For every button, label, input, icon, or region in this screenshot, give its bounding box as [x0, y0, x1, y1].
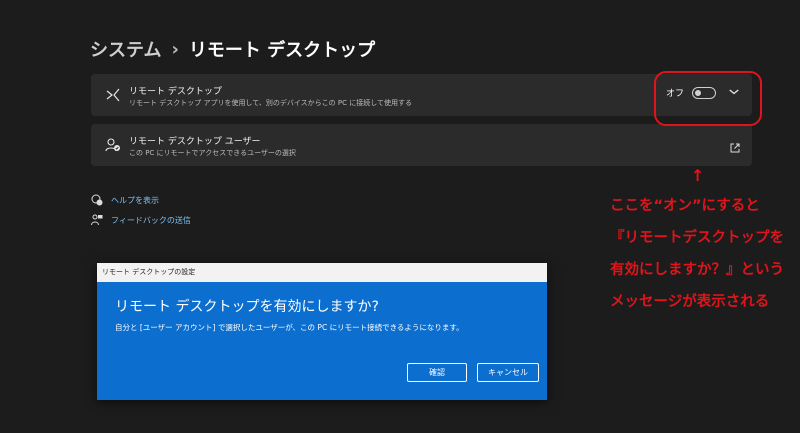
- remote-desktop-title: リモート デスクトップ: [129, 87, 222, 97]
- remote-desktop-icon: [103, 85, 123, 105]
- help-link[interactable]: ヘルプを表示: [91, 190, 191, 210]
- help-icon: [91, 194, 103, 206]
- remote-desktop-description: リモート デスクトップ アプリを使用して、別のデバイスからこの PC に接続して…: [129, 99, 413, 107]
- help-link-label: ヘルプを表示: [111, 195, 159, 205]
- feedback-link-label: フィードバックの送信: [111, 215, 191, 225]
- toggle-highlight-annotation: [654, 71, 762, 126]
- confirm-button[interactable]: 確認: [407, 363, 467, 382]
- breadcrumb-system-link[interactable]: システム: [90, 36, 161, 62]
- users-icon: [103, 135, 123, 155]
- dialog-title: リモート デスクトップの設定: [97, 263, 547, 282]
- cancel-button[interactable]: キャンセル: [477, 363, 539, 382]
- remote-users-description: この PC にリモートでアクセスできるユーザーの選択: [129, 149, 296, 157]
- feedback-icon: [91, 214, 103, 226]
- external-link-icon[interactable]: [730, 138, 740, 157]
- dialog-message: 自分と [ユーザー アカウント] で選択したユーザーが、この PC にリモート接…: [115, 323, 464, 332]
- remote-users-title: リモート デスクトップ ユーザー: [129, 137, 261, 147]
- annotation-arrow: ↑: [691, 166, 705, 185]
- related-links: ヘルプを表示 フィードバックの送信: [91, 190, 191, 230]
- breadcrumb: システム › リモート デスクトップ: [90, 36, 375, 62]
- remote-desktop-card[interactable]: リモート デスクトップ リモート デスクトップ アプリを使用して、別のデバイスか…: [91, 74, 752, 116]
- feedback-link[interactable]: フィードバックの送信: [91, 210, 191, 230]
- page-title: リモート デスクトップ: [188, 40, 376, 61]
- annotation-text: ここを“オン”にすると 『リモートデスクトップを有効にしますか？』というメッセー…: [610, 198, 784, 310]
- remote-desktop-settings-dialog: リモート デスクトップの設定 リモート デスクトップを有効にしますか? 自分と …: [97, 263, 547, 400]
- breadcrumb-separator: ›: [171, 38, 179, 60]
- remote-desktop-users-card[interactable]: リモート デスクトップ ユーザー この PC にリモートでアクセスできるユーザー…: [91, 124, 752, 166]
- dialog-heading: リモート デスクトップを有効にしますか?: [115, 299, 379, 315]
